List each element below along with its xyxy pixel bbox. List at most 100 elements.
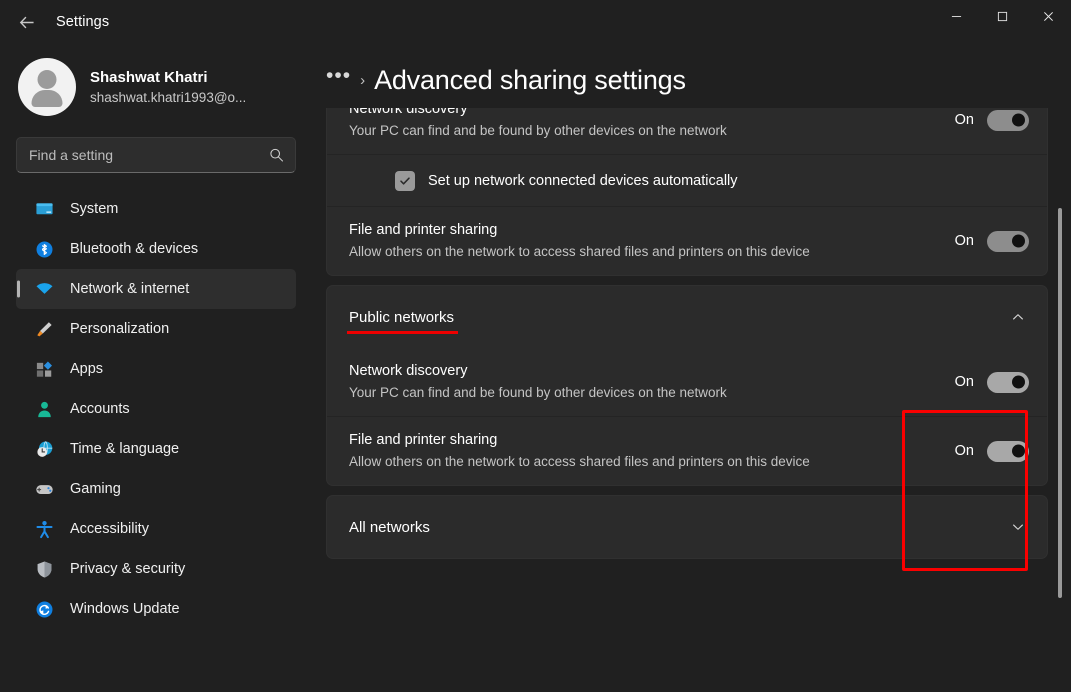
accessibility-icon [34, 519, 54, 539]
settings-scroll-area[interactable]: Network discovery Your PC can find and b… [312, 108, 1071, 692]
public-networks-card: Public networks Network discovery Your P… [326, 285, 1048, 486]
all-networks-section-header[interactable]: All networks [327, 496, 1047, 558]
main-pane: ••• › Advanced sharing settings Network … [312, 44, 1071, 692]
private-networks-card: Network discovery Your PC can find and b… [326, 108, 1048, 276]
scrollbar-thumb[interactable] [1058, 208, 1062, 598]
all-networks-title: All networks [349, 519, 430, 536]
avatar-body [32, 90, 63, 107]
sidebar-item-accounts[interactable]: Accounts [16, 389, 296, 429]
row-title: File and printer sharing [349, 220, 943, 241]
sidebar-item-apps[interactable]: Apps [16, 349, 296, 389]
row-title: Network discovery [349, 108, 943, 120]
row-file-printer-sharing-public[interactable]: File and printer sharing Allow others on… [327, 416, 1047, 485]
title-bar: Settings [0, 0, 1071, 44]
row-description: Your PC can find and be found by other d… [349, 120, 819, 141]
app-title: Settings [56, 14, 109, 30]
search-box[interactable] [16, 137, 296, 173]
sidebar-item-label: Gaming [70, 481, 121, 497]
back-button[interactable] [8, 6, 44, 38]
row-title: File and printer sharing [349, 430, 943, 451]
sidebar-item-personalization[interactable]: Personalization [16, 309, 296, 349]
paintbrush-icon [34, 319, 54, 339]
row-control: On [955, 372, 1029, 393]
sidebar-item-network-internet[interactable]: Network & internet [16, 269, 296, 309]
row-text: Network discovery Your PC can find and b… [349, 348, 943, 416]
network-discovery-private-toggle[interactable] [987, 110, 1029, 131]
toggle-knob [1012, 235, 1025, 248]
wifi-icon [34, 279, 54, 299]
account-text: Shashwat Khatri shashwat.khatri1993@o... [90, 68, 246, 107]
search-input[interactable] [17, 147, 295, 163]
account-email: shashwat.khatri1993@o... [90, 88, 246, 107]
sidebar-item-windows-update[interactable]: Windows Update [16, 589, 296, 629]
public-networks-title: Public networks [349, 309, 454, 326]
sidebar: Shashwat Khatri shashwat.khatri1993@o... [0, 44, 312, 692]
toggle-knob [1012, 114, 1025, 127]
close-button[interactable] [1025, 0, 1071, 32]
account-name: Shashwat Khatri [90, 68, 246, 88]
account-summary[interactable]: Shashwat Khatri shashwat.khatri1993@o... [18, 58, 296, 116]
sidebar-item-gaming[interactable]: Gaming [16, 469, 296, 509]
sidebar-item-label: Network & internet [70, 281, 189, 297]
scrollbar[interactable] [1054, 108, 1066, 692]
bluetooth-icon [34, 239, 54, 259]
row-setup-network-devices[interactable]: Set up network connected devices automat… [327, 154, 1047, 206]
sidebar-item-bluetooth-devices[interactable]: Bluetooth & devices [16, 229, 296, 269]
maximize-button[interactable] [979, 0, 1025, 32]
row-description: Allow others on the network to access sh… [349, 241, 819, 262]
setup-network-devices-checkbox[interactable] [395, 171, 415, 191]
window-controls [933, 0, 1071, 32]
maximize-icon [997, 11, 1008, 22]
toggle-state-label: On [955, 443, 974, 459]
checkmark-icon [399, 175, 411, 187]
close-icon [1043, 11, 1054, 22]
sidebar-item-label: Privacy & security [70, 561, 185, 577]
avatar-head [38, 70, 57, 89]
row-network-discovery-private[interactable]: Network discovery Your PC can find and b… [327, 108, 1047, 154]
breadcrumb-overflow-button[interactable]: ••• [326, 69, 351, 91]
search-icon [269, 148, 284, 163]
network-discovery-public-toggle[interactable] [987, 372, 1029, 393]
row-network-discovery-public[interactable]: Network discovery Your PC can find and b… [327, 348, 1047, 416]
sidebar-item-system[interactable]: System [16, 189, 296, 229]
sidebar-item-label: Accounts [70, 401, 130, 417]
row-title: Network discovery [349, 361, 943, 382]
file-printer-sharing-private-toggle[interactable] [987, 231, 1029, 252]
sidebar-item-label: Accessibility [70, 521, 149, 537]
sidebar-item-privacy-security[interactable]: Privacy & security [16, 549, 296, 589]
settings-cards: Network discovery Your PC can find and b… [326, 108, 1048, 564]
update-refresh-icon [34, 599, 54, 619]
apps-icon [34, 359, 54, 379]
sidebar-item-time-language[interactable]: Time & language [16, 429, 296, 469]
shield-icon [34, 559, 54, 579]
chevron-down-icon [1011, 520, 1025, 534]
sidebar-item-accessibility[interactable]: Accessibility [16, 509, 296, 549]
breadcrumb-separator-icon: › [360, 72, 365, 89]
row-text: File and printer sharing Allow others on… [349, 417, 943, 485]
row-description: Allow others on the network to access sh… [349, 451, 819, 472]
row-control: On [955, 110, 1029, 131]
minimize-button[interactable] [933, 0, 979, 32]
all-networks-card: All networks [326, 495, 1048, 559]
row-file-printer-sharing-private[interactable]: File and printer sharing Allow others on… [327, 206, 1047, 275]
sidebar-item-label: Apps [70, 361, 103, 377]
back-arrow-icon [18, 14, 35, 31]
breadcrumb: ••• › Advanced sharing settings [326, 58, 1071, 102]
row-control: On [955, 231, 1029, 252]
sidebar-item-label: Personalization [70, 321, 169, 337]
row-description: Your PC can find and be found by other d… [349, 382, 819, 403]
checkbox-label: Set up network connected devices automat… [428, 173, 738, 189]
row-text: File and printer sharing Allow others on… [349, 207, 943, 275]
avatar [18, 58, 76, 116]
settings-window: Settings [0, 0, 1071, 692]
page-title: Advanced sharing settings [374, 65, 686, 96]
public-networks-section-header[interactable]: Public networks [327, 286, 1047, 348]
chevron-up-icon [1011, 310, 1025, 324]
sidebar-item-label: Windows Update [70, 601, 180, 617]
clock-globe-icon [34, 439, 54, 459]
file-printer-sharing-public-toggle[interactable] [987, 441, 1029, 462]
toggle-state-label: On [955, 233, 974, 249]
sidebar-nav: System Bluetooth & devices [16, 189, 296, 629]
monitor-icon [34, 199, 54, 219]
row-text: Network discovery Your PC can find and b… [349, 108, 943, 154]
